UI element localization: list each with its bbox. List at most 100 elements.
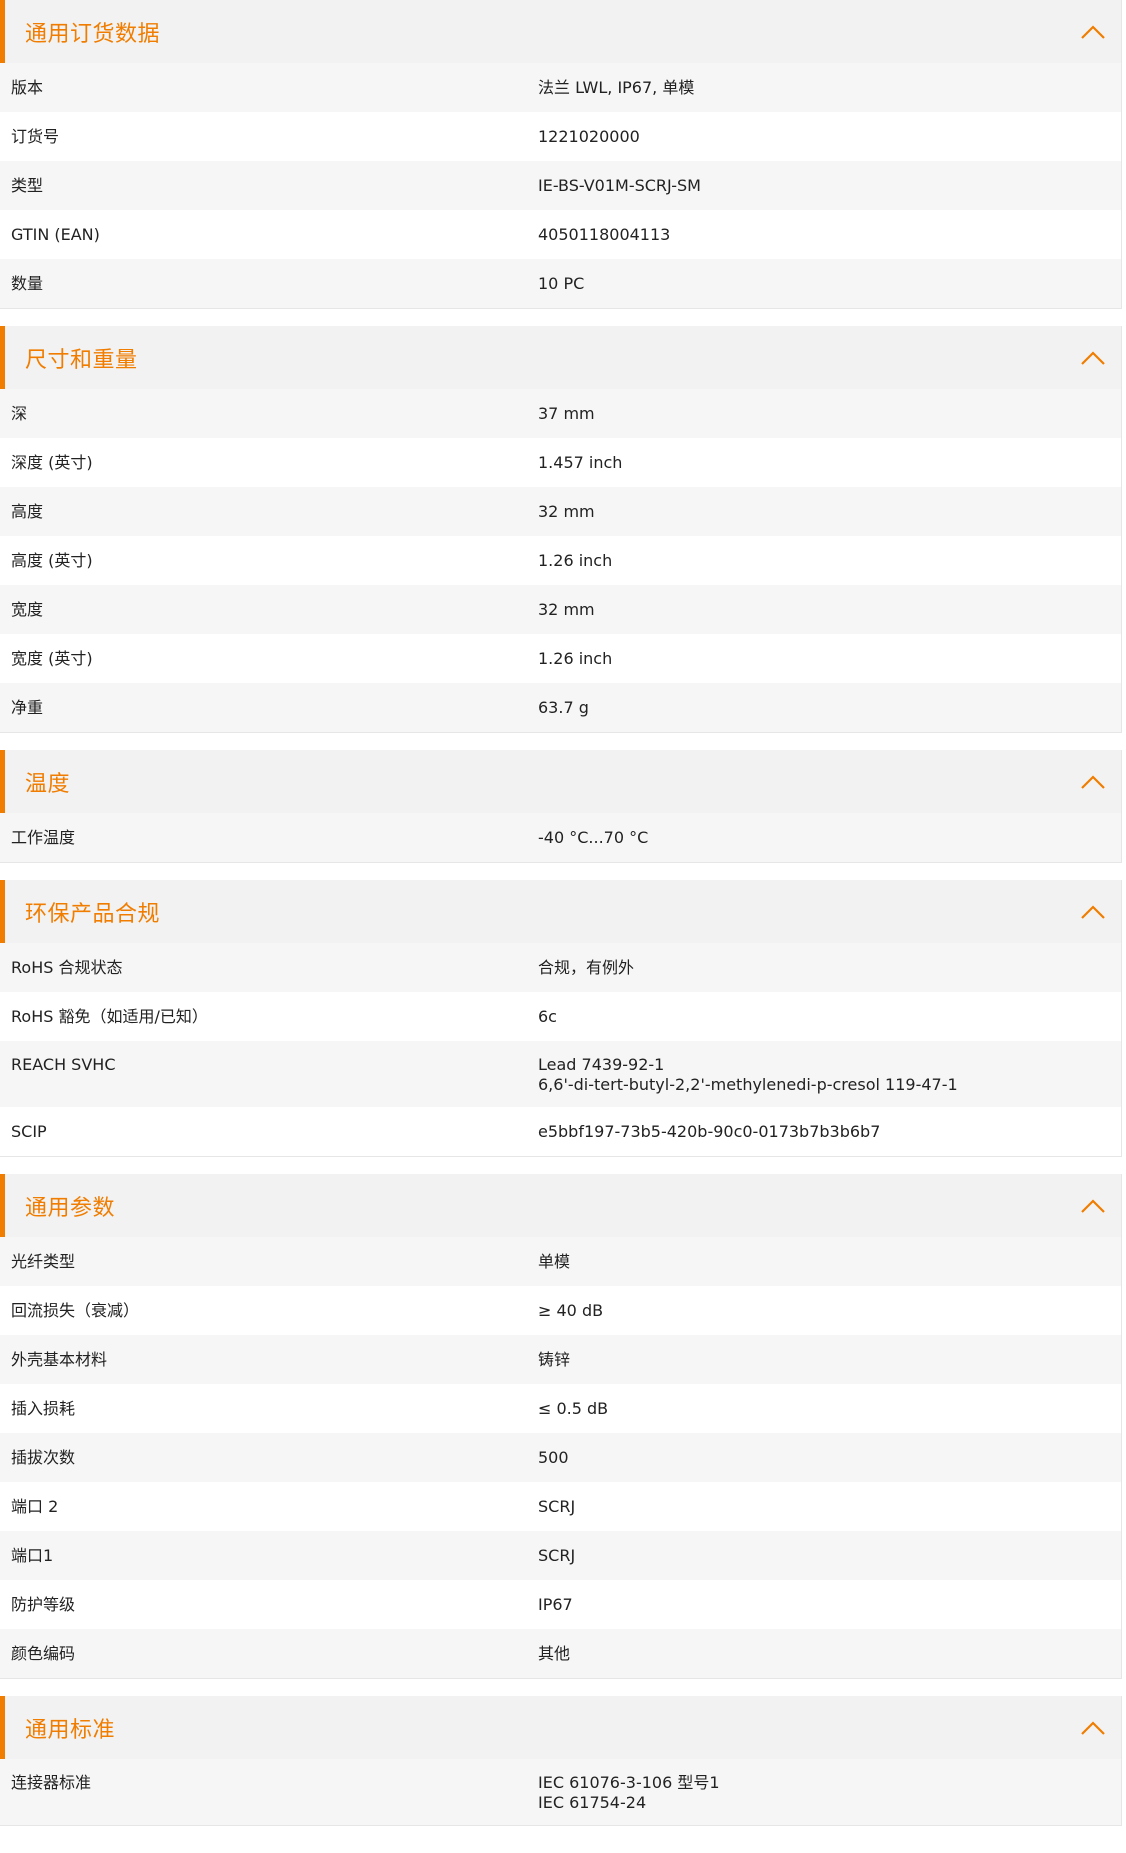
spec-row: 端口1 SCRJ xyxy=(0,1531,1121,1580)
spec-value-line: 1.26 inch xyxy=(538,648,613,668)
section-header-compliance[interactable]: 环保产品合规 xyxy=(0,880,1121,943)
spec-row: 深度 (英寸) 1.457 inch xyxy=(0,438,1121,487)
section-title: 通用参数 xyxy=(25,1195,116,1221)
spec-value: 铸锌 xyxy=(538,1350,1121,1370)
spec-value: 合规，有例外 xyxy=(538,958,1121,978)
spec-row: GTIN (EAN) 4050118004113 xyxy=(0,210,1121,259)
spec-value: 1.26 inch xyxy=(538,649,1121,669)
section-dimensions: 尺寸和重量深 37 mm 深度 (英寸) 1.457 inch 高度 32 mm 高度 (英… xyxy=(0,326,1122,733)
spec-label: 类型 xyxy=(11,175,44,195)
spec-row: 插入损耗 ≤ 0.5 dB xyxy=(0,1384,1121,1433)
spec-value-line: 10 PC xyxy=(538,273,585,293)
spec-value: e5bbf197-73b5-420b-90c0-0173b7b3b6b7 xyxy=(538,1122,1121,1142)
section-body: 工作温度 -40 °C...70 °C xyxy=(0,813,1121,862)
spec-value: 其他 xyxy=(538,1644,1121,1664)
section-header-dimensions[interactable]: 尺寸和重量 xyxy=(0,326,1121,389)
spec-row: 宽度 32 mm xyxy=(0,585,1121,634)
spec-row: 订货号 1221020000 xyxy=(0,112,1121,161)
section-standards: 通用标准连接器标准 IEC 61076-3-106 型号1 IEC 61754-24 xyxy=(0,1696,1122,1826)
spec-row: 净重 63.7 g xyxy=(0,683,1121,732)
spec-value-line: 4050118004113 xyxy=(538,224,671,244)
spec-label: 订货号 xyxy=(11,126,60,146)
spec-value: 1.457 inch xyxy=(538,453,1121,473)
section-title: 温度 xyxy=(25,771,71,797)
spec-value: 单模 xyxy=(538,1252,1121,1272)
section-title: 通用订货数据 xyxy=(25,21,161,47)
chevron-up-icon[interactable] xyxy=(1080,24,1106,40)
spec-label: 回流损失（衰减） xyxy=(11,1300,140,1320)
spec-label: 光纤类型 xyxy=(11,1251,76,1271)
spec-value: SCRJ xyxy=(538,1497,1121,1517)
spec-value: -40 °C...70 °C xyxy=(538,828,1121,848)
chevron-up-icon[interactable] xyxy=(1080,350,1106,366)
spec-value: Lead 7439-92-1 6,6'-di-tert-butyl-2,2'-me… xyxy=(538,1055,1121,1095)
spec-value: ≤ 0.5 dB xyxy=(538,1399,1121,1419)
spec-row: 类型 IE-BS-V01M-SCRJ-SM xyxy=(0,161,1121,210)
spec-row: 工作温度 -40 °C...70 °C xyxy=(0,813,1121,862)
spec-value-line: e5bbf197-73b5-420b-90c0-0173b7b3b6b7 xyxy=(538,1121,881,1141)
spec-value-line: ≤ 0.5 dB xyxy=(538,1398,609,1418)
spec-value: 500 xyxy=(538,1448,1121,1468)
spec-label: 外壳基本材料 xyxy=(11,1349,108,1369)
spec-value: IE-BS-V01M-SCRJ-SM xyxy=(538,176,1121,196)
spec-value-line: -40 °C...70 °C xyxy=(538,827,649,847)
spec-row: SCIP e5bbf197-73b5-420b-90c0-0173b7b3b6b7 xyxy=(0,1107,1121,1156)
spec-row: 端口 2 SCRJ xyxy=(0,1482,1121,1531)
spec-value: 法兰 LWL, IP67, 单模 xyxy=(538,78,1121,98)
spec-value: 10 PC xyxy=(538,274,1121,294)
spec-value-line: 63.7 g xyxy=(538,697,589,717)
spec-row: RoHS 豁免（如适用/已知） 6c xyxy=(0,992,1121,1041)
section-title: 通用标准 xyxy=(25,1717,116,1743)
section-header-standards[interactable]: 通用标准 xyxy=(0,1696,1121,1759)
spec-row: RoHS 合规状态 合规，有例外 xyxy=(0,943,1121,992)
spec-value-line: IEC 61076-3-106 型号1 xyxy=(538,1773,720,1792)
spec-value-line: 500 xyxy=(538,1447,569,1467)
spec-row: 颜色编码 其他 xyxy=(0,1629,1121,1678)
spec-value-line: 单模 xyxy=(538,1251,571,1271)
spec-value: 6c xyxy=(538,1007,1121,1027)
spec-value-line: IP67 xyxy=(538,1594,573,1614)
section-header-ordering[interactable]: 通用订货数据 xyxy=(0,0,1121,63)
section-body: 连接器标准 IEC 61076-3-106 型号1 IEC 61754-24 xyxy=(0,1759,1121,1825)
spec-label: SCIP xyxy=(11,1121,47,1141)
spec-row: 深 37 mm xyxy=(0,389,1121,438)
spec-row: 连接器标准 IEC 61076-3-106 型号1 IEC 61754-24 xyxy=(0,1759,1121,1825)
section-ordering: 通用订货数据版本 法兰 LWL, IP67, 单模 订货号 1221020000 类型 I… xyxy=(0,0,1122,309)
spec-row: 光纤类型 单模 xyxy=(0,1237,1121,1286)
spec-label: 插入损耗 xyxy=(11,1398,76,1418)
spec-value: 37 mm xyxy=(538,404,1121,424)
spec-label: 深度 (英寸) xyxy=(11,452,93,472)
spec-value-line: Lead 7439-92-1 xyxy=(538,1055,665,1074)
spec-label: 高度 (英寸) xyxy=(11,550,93,570)
section-body: 光纤类型 单模回流损失（衰减） ≥ 40 dB 外壳基本材料 铸锌插入损耗 ≤ 0.5 d… xyxy=(0,1237,1121,1678)
section-compliance: 环保产品合规 RoHS 合规状态 合规，有例外 RoHS 豁免（如适用/已知） 6c RE… xyxy=(0,880,1122,1157)
spec-row: 插拔次数 500 xyxy=(0,1433,1121,1482)
spec-row: REACH SVHC Lead 7439-92-1 6,6'-di-tert-but… xyxy=(0,1041,1121,1107)
spec-value-line: 6,6'-di-tert-butyl-2,2'-methylenedi-p-cr… xyxy=(538,1075,958,1094)
section-header-general[interactable]: 通用参数 xyxy=(0,1174,1121,1237)
section-header-temperature[interactable]: 温度 xyxy=(0,750,1121,813)
chevron-up-icon[interactable] xyxy=(1080,1720,1106,1736)
spec-label: 深 xyxy=(11,403,28,423)
spec-page: 通用订货数据版本 法兰 LWL, IP67, 单模 订货号 1221020000 类型 I… xyxy=(0,0,1126,1826)
spec-label: 宽度 xyxy=(11,599,44,619)
chevron-up-icon[interactable] xyxy=(1080,774,1106,790)
section-temperature: 温度工作温度 -40 °C...70 °C xyxy=(0,750,1122,863)
spec-value: IP67 xyxy=(538,1595,1121,1615)
spec-label: 端口 2 xyxy=(11,1496,59,1516)
spec-value-line: 1.26 inch xyxy=(538,550,613,570)
spec-label: GTIN (EAN) xyxy=(11,224,100,244)
chevron-up-icon[interactable] xyxy=(1080,1198,1106,1214)
chevron-up-icon[interactable] xyxy=(1080,904,1106,920)
spec-row: 外壳基本材料 铸锌 xyxy=(0,1335,1121,1384)
section-body: RoHS 合规状态 合规，有例外 RoHS 豁免（如适用/已知） 6c REACH SV… xyxy=(0,943,1121,1156)
spec-label: 颜色编码 xyxy=(11,1643,76,1663)
spec-label: RoHS 豁免（如适用/已知） xyxy=(11,1006,208,1026)
spec-value-line: ≥ 40 dB xyxy=(538,1300,604,1320)
spec-row: 版本 法兰 LWL, IP67, 单模 xyxy=(0,63,1121,112)
spec-label: 宽度 (英寸) xyxy=(11,648,93,668)
spec-value: 63.7 g xyxy=(538,698,1121,718)
spec-row: 回流损失（衰减） ≥ 40 dB xyxy=(0,1286,1121,1335)
spec-label: 端口1 xyxy=(11,1545,54,1565)
section-body: 深 37 mm 深度 (英寸) 1.457 inch 高度 32 mm 高度 (英寸) 1.2… xyxy=(0,389,1121,732)
